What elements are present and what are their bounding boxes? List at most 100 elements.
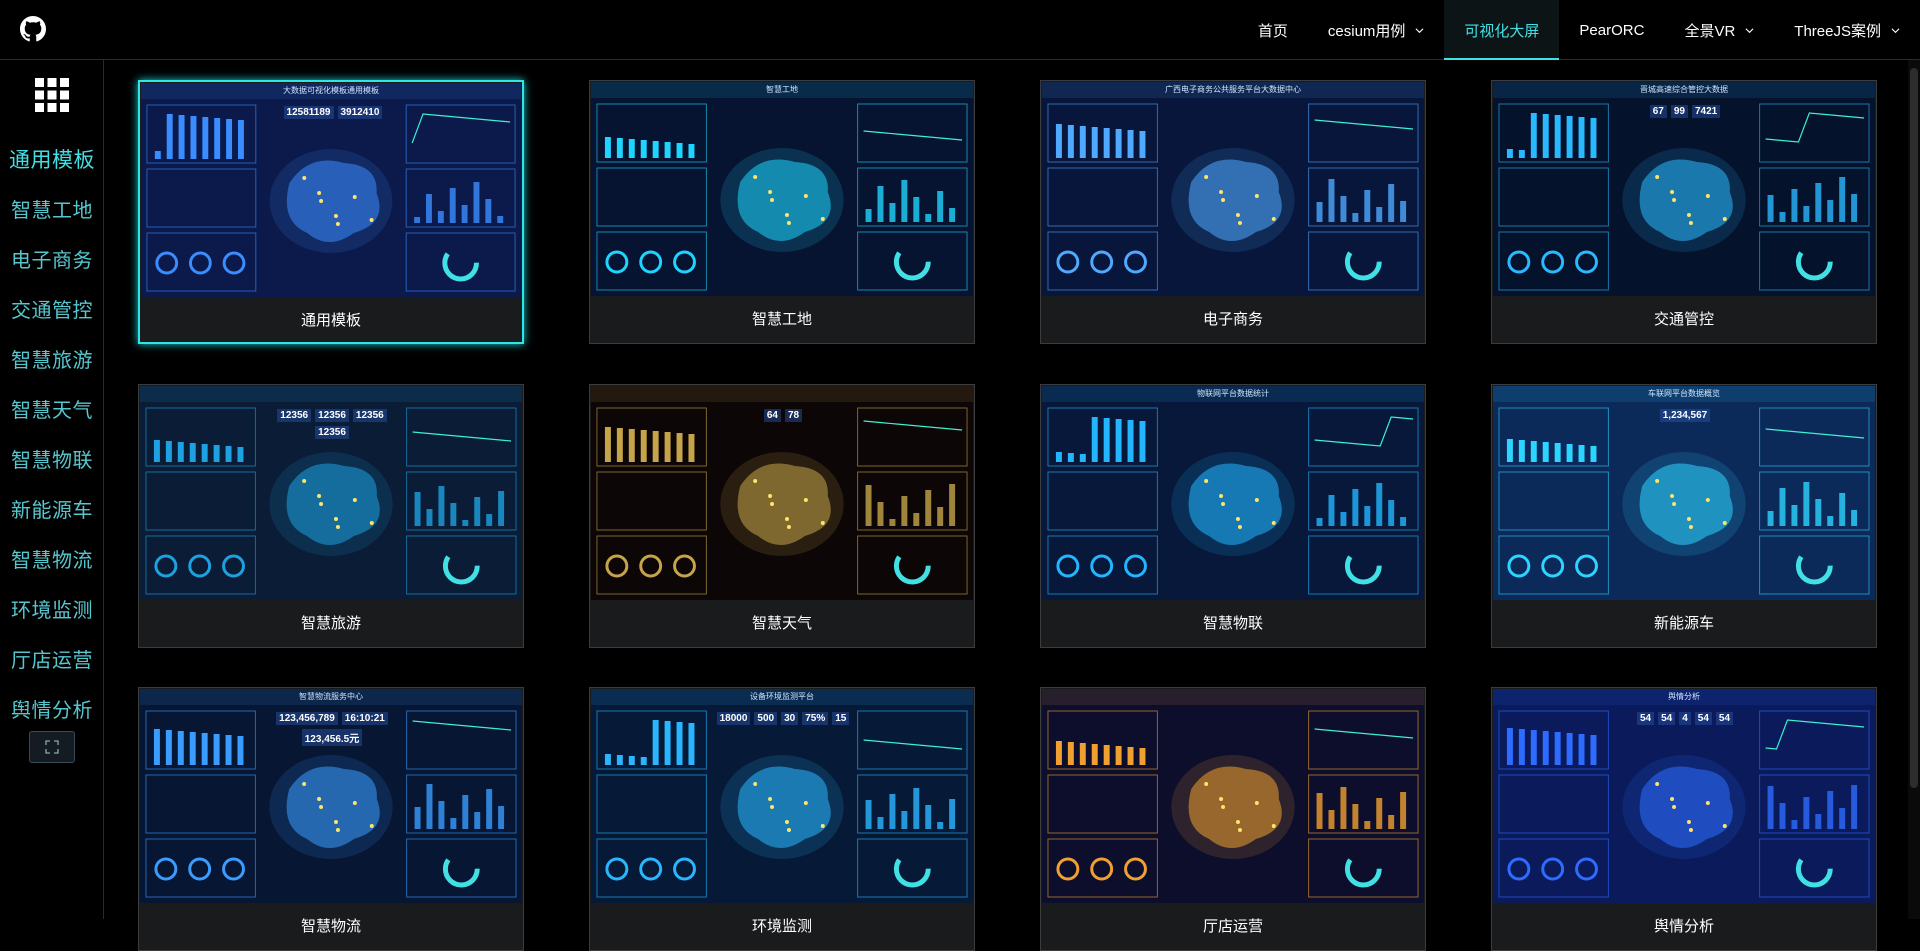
template-card-11[interactable]: 舆情分析 54 54 4 54 54 舆情分析: [1491, 687, 1877, 951]
template-card-label: 厅店运营: [1202, 918, 1263, 935]
template-card-2[interactable]: 广西电子商务公共服务平台大数据中心电子商务: [1040, 80, 1426, 344]
fullscreen-icon: [45, 740, 59, 754]
thumbnail-stat: 123,456,789: [276, 712, 338, 725]
top-navbar: 首页 cesium用例 可视化大屏 PearORC 全景VR ThreeJS案例: [0, 0, 1920, 60]
thumbnail-stat: 75%: [802, 712, 829, 725]
thumbnail-title: 物联网平台数据统计: [1197, 389, 1269, 398]
template-card-label: 电子商务: [1202, 311, 1263, 328]
nav-item-5[interactable]: ThreeJS案例: [1774, 0, 1920, 60]
thumbnail-stat: 54: [1636, 712, 1655, 725]
sidebar-item-11[interactable]: 舆情分析: [0, 686, 104, 736]
sidebar-item-0[interactable]: 通用模板: [0, 136, 104, 186]
thumbnail-stats: 54 54 4 54 54: [1616, 712, 1754, 725]
apps-grid-icon[interactable]: [35, 78, 69, 112]
sidebar-item-6[interactable]: 智慧物联: [0, 436, 104, 486]
template-card-label: 交通管控: [1653, 311, 1714, 328]
nav-item-label: PearORC: [1579, 21, 1645, 39]
chevron-down-icon: [1415, 27, 1424, 33]
thumbnail-stat: 12356: [277, 409, 312, 422]
thumbnail-stat: 12356: [315, 426, 349, 439]
thumbnail-stat: 99: [1670, 105, 1688, 118]
template-card-1[interactable]: 智慧工地 智慧工地: [589, 80, 975, 344]
template-card-10[interactable]: 厅店运营: [1040, 687, 1426, 951]
template-card-label: 智慧物流: [300, 918, 361, 935]
thumbnail-title: 舆情分析: [1668, 692, 1700, 701]
template-thumbnail: [1042, 82, 1424, 296]
template-card-5[interactable]: 64 78 智慧天气: [589, 384, 975, 648]
thumbnail-title: 晋城高速综合管控大数据: [1640, 85, 1728, 94]
thumbnail-title: 智慧工地: [766, 85, 798, 94]
thumbnail-stat: 1,234,567: [1659, 409, 1711, 422]
template-card-7[interactable]: 车联网平台数据概览 1,234,567 新能源车: [1491, 384, 1877, 648]
thumbnail-stat: 18000: [716, 712, 751, 725]
thumbnail-title: 智慧物流服务中心: [299, 692, 363, 701]
thumbnail-stats: 64 78: [714, 409, 852, 422]
sidebar-item-7[interactable]: 新能源车: [0, 486, 104, 536]
template-card-9[interactable]: 设备环境监测平台 18000 500 30 75% 15 环境监测: [589, 687, 975, 951]
fullscreen-button[interactable]: [29, 731, 75, 763]
template-card-0[interactable]: 大数据可视化模板通用模板 12581189 3912410 通用模板: [138, 80, 524, 344]
thumbnail-stats: 67 99 7421: [1616, 105, 1754, 118]
thumbnail-stat: 16:10:21: [341, 712, 388, 725]
nav-item-label: 全景VR: [1684, 22, 1736, 40]
sidebar-item-4[interactable]: 智慧旅游: [0, 336, 104, 386]
template-card-3[interactable]: 晋城高速综合管控大数据 67 99 7421 交通管控: [1491, 80, 1877, 344]
sidebar-item-5[interactable]: 智慧天气: [0, 386, 104, 436]
template-card-label: 舆情分析: [1653, 918, 1714, 935]
nav-item-3[interactable]: PearORC: [1559, 0, 1664, 60]
thumbnail-stat: 15: [832, 712, 850, 725]
nav-item-0[interactable]: 首页: [1238, 0, 1308, 60]
sidebar-item-3[interactable]: 交通管控: [0, 286, 104, 336]
thumbnail-stat: 30: [781, 712, 799, 725]
chevron-down-icon: [1745, 27, 1754, 33]
sidebar-item-2[interactable]: 电子商务: [0, 236, 104, 286]
nav-item-label: 首页: [1257, 22, 1288, 40]
thumbnail-stat: 12356: [352, 409, 387, 422]
nav-item-1[interactable]: cesium用例: [1308, 0, 1445, 60]
nav-item-label: cesium用例: [1327, 22, 1406, 40]
template-thumbnail: [1042, 689, 1424, 903]
thumbnail-stats: 18000 500 30 75% 15: [714, 712, 852, 725]
sidebar-item-9[interactable]: 环境监测: [0, 586, 104, 636]
thumbnail-stat: 54: [1658, 712, 1676, 725]
main-nav: 首页 cesium用例 可视化大屏 PearORC 全景VR ThreeJS案例: [1238, 0, 1920, 60]
template-thumbnail: [1042, 386, 1424, 600]
sidebar: 通用模板 智慧工地 电子商务 交通管控 智慧旅游 智慧天气 智慧物联 新能源车 智慧物流 环境监测…: [0, 60, 104, 919]
nav-item-2[interactable]: 可视化大屏: [1444, 0, 1560, 60]
nav-item-label: ThreeJS案例: [1794, 22, 1881, 40]
thumbnail-stats: 12356 12356 12356 12356: [263, 409, 401, 439]
template-card-4[interactable]: 12356 12356 12356 12356 智慧旅游: [138, 384, 524, 648]
chevron-down-icon: [1891, 27, 1900, 33]
template-card-label: 环境监测: [751, 918, 812, 935]
sidebar-item-1[interactable]: 智慧工地: [0, 186, 104, 236]
thumbnail-stat: 123,456.5元: [301, 729, 363, 746]
thumbnail-title: 广西电子商务公共服务平台大数据中心: [1165, 85, 1301, 94]
thumbnail-stat: 12356: [315, 409, 349, 422]
sidebar-item-10[interactable]: 厅店运营: [0, 636, 104, 686]
nav-item-4[interactable]: 全景VR: [1664, 0, 1774, 60]
thumbnail-stat: 54: [1715, 712, 1734, 725]
template-card-label: 智慧旅游: [300, 615, 361, 632]
thumbnail-stat: 500: [754, 712, 778, 725]
thumbnail-stat: 64: [763, 409, 781, 422]
thumbnail-stat: 67: [1649, 105, 1667, 118]
template-card-8[interactable]: 智慧物流服务中心 123,456,789 16:10:21 123,456.5元 智慧物…: [138, 687, 524, 951]
thumbnail-stat: 12581189: [283, 106, 334, 119]
thumbnail-title: 设备环境监测平台: [750, 692, 814, 701]
thumbnail-title: 大数据可视化模板通用模板: [283, 86, 379, 95]
thumbnail-stat: 78: [785, 409, 803, 422]
page-scrollbar[interactable]: [1908, 60, 1920, 919]
thumbnail-stats: 12581189 3912410: [264, 106, 402, 119]
nav-item-label: 可视化大屏: [1464, 22, 1540, 40]
template-card-label: 新能源车: [1653, 615, 1714, 632]
template-card-label: 智慧工地: [751, 311, 812, 328]
github-icon[interactable]: [20, 16, 46, 42]
template-card-label: 智慧天气: [751, 615, 812, 632]
thumbnail-title: 车联网平台数据概览: [1648, 389, 1720, 398]
thumbnail-stats: 123,456,789 16:10:21 123,456.5元: [263, 712, 401, 746]
template-card-6[interactable]: 物联网平台数据统计 智慧物联: [1040, 384, 1426, 648]
sidebar-item-8[interactable]: 智慧物流: [0, 536, 104, 586]
scrollbar-thumb[interactable]: [1910, 68, 1918, 788]
template-thumbnail: [591, 82, 973, 296]
thumbnail-stat: 54: [1694, 712, 1712, 725]
